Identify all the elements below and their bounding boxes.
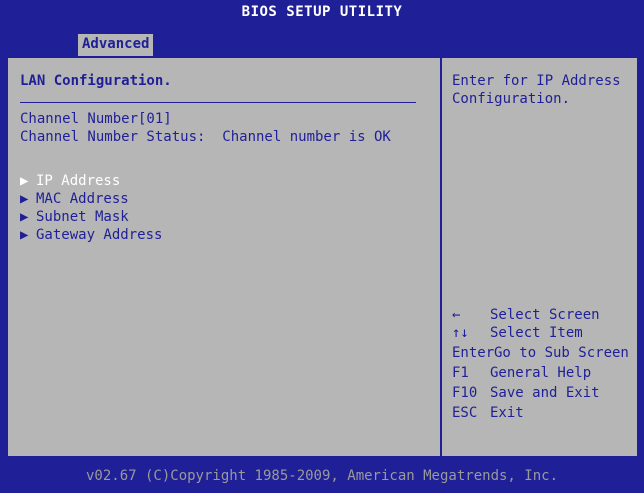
menu-item-gateway-address[interactable]: ▶ Gateway Address	[20, 226, 162, 244]
key-action: Select Item	[490, 325, 583, 341]
menu-item-label: Subnet Mask	[36, 209, 129, 225]
key-label: F1	[452, 365, 469, 381]
key-label: F10	[452, 385, 478, 401]
submenu-arrow-icon: ▶	[20, 173, 29, 189]
help-text: Enter for IP Address	[452, 73, 621, 89]
key-hint-select-item: ↑↓ Select Item	[452, 324, 583, 342]
submenu-arrow-icon: ▶	[20, 209, 29, 225]
key-action: Go to Sub Screen	[494, 345, 629, 361]
copyright-footer: v02.67 (C)Copyright 1985-2009, American …	[85, 468, 558, 484]
key-label: ←	[452, 307, 461, 323]
key-action: Exit	[490, 405, 524, 421]
section-title: LAN Configuration.	[20, 73, 172, 89]
menu-item-mac-address[interactable]: ▶ MAC Address	[20, 190, 129, 208]
tab-advanced[interactable]: Advanced	[78, 34, 154, 56]
menu-item-subnet-mask[interactable]: ▶ Subnet Mask	[20, 208, 129, 226]
help-text: Configuration.	[452, 91, 571, 107]
channel-number-label: Channel Number[01]	[20, 111, 172, 127]
menu-item-label: Gateway Address	[36, 227, 163, 243]
window-title: BIOS SETUP UTILITY	[241, 4, 403, 20]
menu-item-label: IP Address	[36, 173, 121, 189]
submenu-arrow-icon: ▶	[20, 227, 29, 243]
key-hint-save-exit: F10 Save and Exit	[452, 384, 600, 402]
key-hint-enter: EnterGo to Sub Screen	[452, 344, 629, 362]
menu-item-label: MAC Address	[36, 191, 129, 207]
key-hint-select-screen: ← Select Screen	[452, 306, 600, 324]
submenu-arrow-icon: ▶	[20, 191, 29, 207]
key-label: ESC	[452, 405, 478, 421]
key-action: Select Screen	[490, 307, 600, 323]
key-hint-exit: ESC Exit	[452, 404, 524, 422]
settings-pane: LAN Configuration. Channel Number[01] Ch…	[8, 58, 440, 456]
content-panel: LAN Configuration. Channel Number[01] Ch…	[6, 56, 639, 458]
channel-status-label: Channel Number Status: Channel number is…	[20, 129, 391, 145]
title-bar: BIOS SETUP UTILITY	[0, 0, 644, 34]
bios-screen: BIOS SETUP UTILITY Advanced LAN Configur…	[0, 0, 644, 493]
menu-item-ip-address[interactable]: ▶ IP Address	[20, 172, 120, 190]
section-divider	[20, 102, 416, 103]
key-label: ↑↓	[452, 325, 469, 341]
help-pane: Enter for IP Address Configuration. ← Sel…	[442, 58, 637, 456]
key-label: Enter	[452, 345, 495, 361]
key-action: General Help	[490, 365, 592, 381]
key-action: Save and Exit	[490, 385, 600, 401]
key-hint-help: F1 General Help	[452, 364, 591, 382]
